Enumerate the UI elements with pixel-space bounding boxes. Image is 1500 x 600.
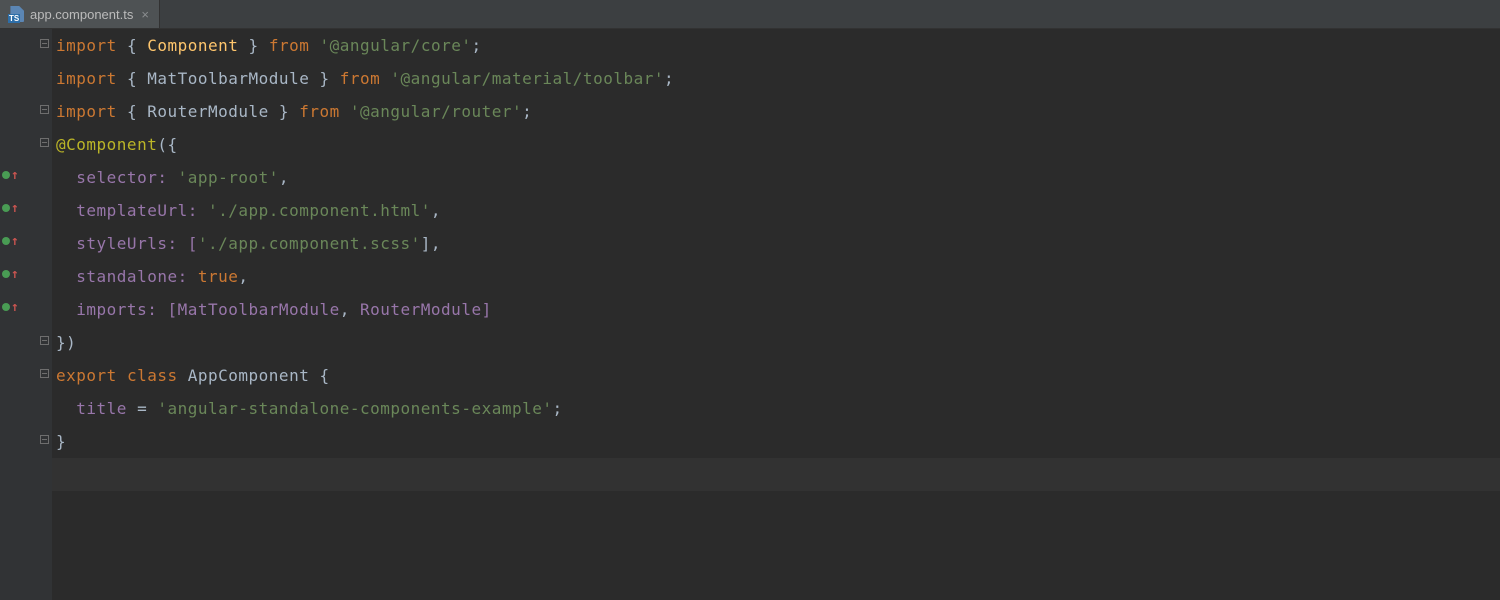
vcs-change-marker[interactable]: ↑ [2, 200, 22, 216]
vcs-change-marker[interactable]: ↑ [2, 167, 22, 183]
typescript-file-icon [8, 6, 24, 22]
gutter-line [0, 326, 52, 359]
code-line[interactable]: templateUrl: './app.component.html', [52, 194, 1500, 227]
tab-filename: app.component.ts [30, 7, 133, 22]
fold-toggle-icon[interactable] [40, 138, 49, 147]
gutter-line: ↑ [0, 227, 52, 260]
code-area[interactable]: import { Component } from '@angular/core… [52, 29, 1500, 600]
code-line[interactable]: styleUrls: ['./app.component.scss'], [52, 227, 1500, 260]
code-line[interactable]: imports: [MatToolbarModule, RouterModule… [52, 293, 1500, 326]
code-line[interactable]: title = 'angular-standalone-components-e… [52, 392, 1500, 425]
vcs-change-marker[interactable]: ↑ [2, 233, 22, 249]
code-line[interactable]: import { MatToolbarModule } from '@angul… [52, 62, 1500, 95]
code-editor[interactable]: ↑ ↑ ↑ ↑ ↑ import { Component } from '@angula… [0, 29, 1500, 600]
code-line[interactable]: export class AppComponent { [52, 359, 1500, 392]
editor-tab[interactable]: app.component.ts × [0, 0, 160, 28]
gutter-line: ↑ [0, 194, 52, 227]
gutter-line [0, 359, 52, 392]
code-line[interactable]: standalone: true, [52, 260, 1500, 293]
fold-toggle-icon[interactable] [40, 39, 49, 48]
fold-toggle-icon[interactable] [40, 435, 49, 444]
gutter-line [0, 425, 52, 458]
editor-gutter: ↑ ↑ ↑ ↑ ↑ [0, 29, 52, 600]
gutter-line [0, 458, 52, 491]
code-line[interactable]: import { RouterModule } from '@angular/r… [52, 95, 1500, 128]
code-line[interactable]: selector: 'app-root', [52, 161, 1500, 194]
gutter-line: ↑ [0, 161, 52, 194]
fold-toggle-icon[interactable] [40, 369, 49, 378]
code-line[interactable]: @Component({ [52, 128, 1500, 161]
tab-bar: app.component.ts × [0, 0, 1500, 29]
gutter-line [0, 62, 52, 95]
current-line-highlight [52, 458, 1500, 491]
gutter-line [0, 95, 52, 128]
fold-toggle-icon[interactable] [40, 336, 49, 345]
fold-toggle-icon[interactable] [40, 105, 49, 114]
code-line[interactable]: import { Component } from '@angular/core… [52, 29, 1500, 62]
vcs-change-marker[interactable]: ↑ [2, 266, 22, 282]
gutter-line: ↑ [0, 260, 52, 293]
gutter-line [0, 128, 52, 161]
gutter-line [0, 392, 52, 425]
code-line[interactable]: } [52, 425, 1500, 458]
close-icon[interactable]: × [139, 8, 151, 21]
vcs-change-marker[interactable]: ↑ [2, 299, 22, 315]
gutter-line: ↑ [0, 293, 52, 326]
code-line[interactable]: }) [52, 326, 1500, 359]
gutter-line [0, 29, 52, 62]
